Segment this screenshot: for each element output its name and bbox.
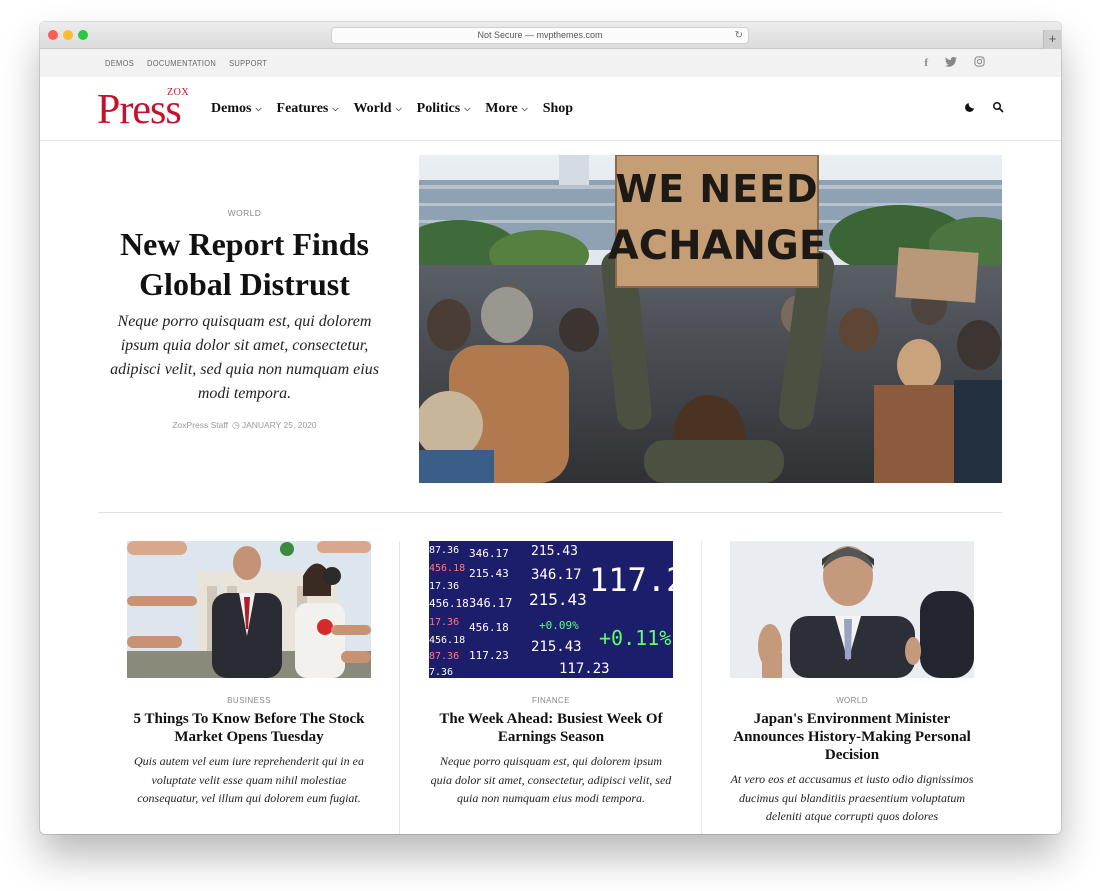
address-bar[interactable]: Not Secure — mvpthemes.com ↻ (331, 27, 749, 44)
ticker-change-1: +0.09% (539, 619, 579, 632)
clock-icon: ◷ (231, 420, 240, 430)
ticker-mid-7: 117.23 (469, 649, 509, 662)
ticker-left-6: 456.18 (429, 635, 465, 646)
card-thumbnail[interactable] (127, 541, 371, 678)
util-link-documentation[interactable]: DOCUMENTATION (147, 58, 216, 68)
ticker-left-7: 87.36 (429, 651, 459, 662)
nav-item-label: Shop (542, 101, 574, 116)
card-excerpt: At vero eos et accusamus et iusto odio d… (730, 772, 974, 823)
hero-excerpt: Neque porro quisquam est, qui dolorem ip… (110, 313, 379, 402)
column-divider (701, 541, 702, 834)
twitter-icon[interactable] (945, 56, 957, 70)
facebook-icon[interactable]: f (924, 57, 928, 69)
card-thumbnail[interactable]: 87.36 456.18 17.36 456.18 17.36 456.18 8… (429, 541, 673, 678)
ticker-mid-5: 215.43 (531, 639, 582, 655)
ticker-left-5: 17.36 (429, 617, 459, 628)
ticker-left-1: 87.36 (429, 545, 459, 556)
sign-line-1: WE NEED (615, 167, 818, 211)
protest-photo: WE NEED ACHANGE (419, 155, 1002, 483)
chevron-down-icon: ⌵ (255, 104, 262, 113)
nav-item-politics[interactable]: Politics ⌵ (417, 101, 471, 117)
util-link-support[interactable]: SUPPORT (229, 58, 267, 68)
ticker-mid-value: 215.43 (529, 590, 587, 609)
ticker-left-3: 17.36 (429, 581, 459, 592)
card-title[interactable]: 5 Things To Know Before The Stock Market… (127, 710, 371, 746)
businessman-press-photo (127, 541, 371, 678)
main-navigation: ZOX Press Demos ⌵ Features ⌵ World ⌵ Politi… (40, 77, 1061, 141)
nav-item-label: Features (276, 101, 329, 116)
card-title[interactable]: Japan's Environment Minister Announces H… (730, 710, 974, 764)
ticker-big-value: 117.23 (589, 561, 673, 599)
logo-main-text: Press (97, 87, 182, 133)
instagram-icon[interactable] (974, 56, 985, 70)
ticker-mid-6: 456.18 (469, 621, 509, 634)
nav-item-more[interactable]: More ⌵ (485, 101, 527, 117)
reload-icon[interactable]: ↻ (735, 28, 743, 43)
ticker-mid-4: 346.17 (531, 567, 582, 583)
hero-author[interactable]: ZoxPress Staff (172, 420, 228, 430)
chevron-down-icon: ⌵ (395, 104, 402, 113)
ticker-mid-1: 346.17 (469, 547, 509, 560)
zoom-window-button[interactable] (78, 30, 88, 40)
desktop-background: Not Secure — mvpthemes.com ↻ + DEMOS DOC… (0, 0, 1100, 891)
card-excerpt: Quis autem vel eum iure reprehenderit qu… (134, 754, 364, 805)
browser-titlebar: Not Secure — mvpthemes.com ↻ + (40, 22, 1061, 49)
nav-item-shop[interactable]: Shop (543, 101, 573, 117)
card-category[interactable]: FINANCE (429, 696, 673, 705)
new-tab-button[interactable]: + (1043, 30, 1061, 49)
stock-ticker-photo: 87.36 456.18 17.36 456.18 17.36 456.18 8… (429, 541, 673, 678)
hero-meta: ZoxPress Staff ◷ JANUARY 25, 2020 (98, 420, 391, 431)
ticker-row-value: 346.17 (469, 596, 512, 610)
card-thumbnail[interactable] (730, 541, 974, 678)
minimize-window-button[interactable] (63, 30, 73, 40)
nav-item-label: Politics (416, 101, 461, 116)
ticker-left-4: 456.18 (429, 597, 469, 610)
hero-title[interactable]: New Report Finds Global Distrust (98, 224, 391, 304)
site-logo[interactable]: ZOX Press (97, 87, 199, 131)
utility-links: DEMOS DOCUMENTATION SUPPORT (105, 49, 267, 77)
chevron-down-icon: ⌵ (521, 104, 528, 113)
nav-item-world[interactable]: World ⌵ (353, 101, 401, 117)
hero-date: JANUARY 25, 2020 (241, 420, 317, 430)
nav-item-label: More (485, 101, 518, 116)
address-bar-text: Not Secure — mvpthemes.com (477, 30, 603, 40)
ticker-change-2: +0.11% (599, 626, 671, 650)
card-excerpt: Neque porro quisquam est, qui dolorem ip… (430, 754, 672, 805)
search-icon[interactable] (992, 101, 1004, 117)
nav-item-features[interactable]: Features ⌵ (277, 101, 339, 117)
chevron-down-icon: ⌵ (464, 104, 471, 113)
ticker-bottom-value: 117.23 (559, 661, 610, 677)
card-title[interactable]: The Week Ahead: Busiest Week Of Earnings… (429, 710, 673, 746)
social-links: f (924, 49, 985, 77)
nav-item-demos[interactable]: Demos ⌵ (211, 101, 262, 117)
browser-window: Not Secure — mvpthemes.com ↻ + DEMOS DOC… (40, 22, 1061, 834)
utility-bar: DEMOS DOCUMENTATION SUPPORT f (40, 49, 1061, 77)
ticker-left-8: 7.36 (429, 667, 453, 678)
close-window-button[interactable] (48, 30, 58, 40)
card-category[interactable]: WORLD (730, 696, 974, 705)
ticker-mid-2: 215.43 (469, 567, 509, 580)
ticker-mid-3: 215.43 (531, 544, 578, 559)
sign-line-2: ACHANGE (608, 223, 826, 269)
ticker-left-2: 456.18 (429, 563, 465, 574)
nav-item-label: Demos (211, 101, 252, 116)
card-category[interactable]: BUSINESS (127, 696, 371, 705)
dark-mode-icon[interactable] (964, 101, 976, 117)
section-divider (98, 512, 1002, 513)
minister-photo (730, 541, 974, 678)
nav-item-label: World (353, 101, 392, 116)
nav-icons (964, 77, 1004, 141)
hero-category[interactable]: WORLD (98, 208, 391, 218)
column-divider (399, 541, 400, 834)
nav-menu: Demos ⌵ Features ⌵ World ⌵ Politics ⌵ More ⌵ … (211, 77, 573, 141)
hero-image[interactable]: WE NEED ACHANGE (419, 155, 1002, 483)
chevron-down-icon: ⌵ (332, 104, 339, 113)
util-link-demos[interactable]: DEMOS (105, 58, 134, 68)
